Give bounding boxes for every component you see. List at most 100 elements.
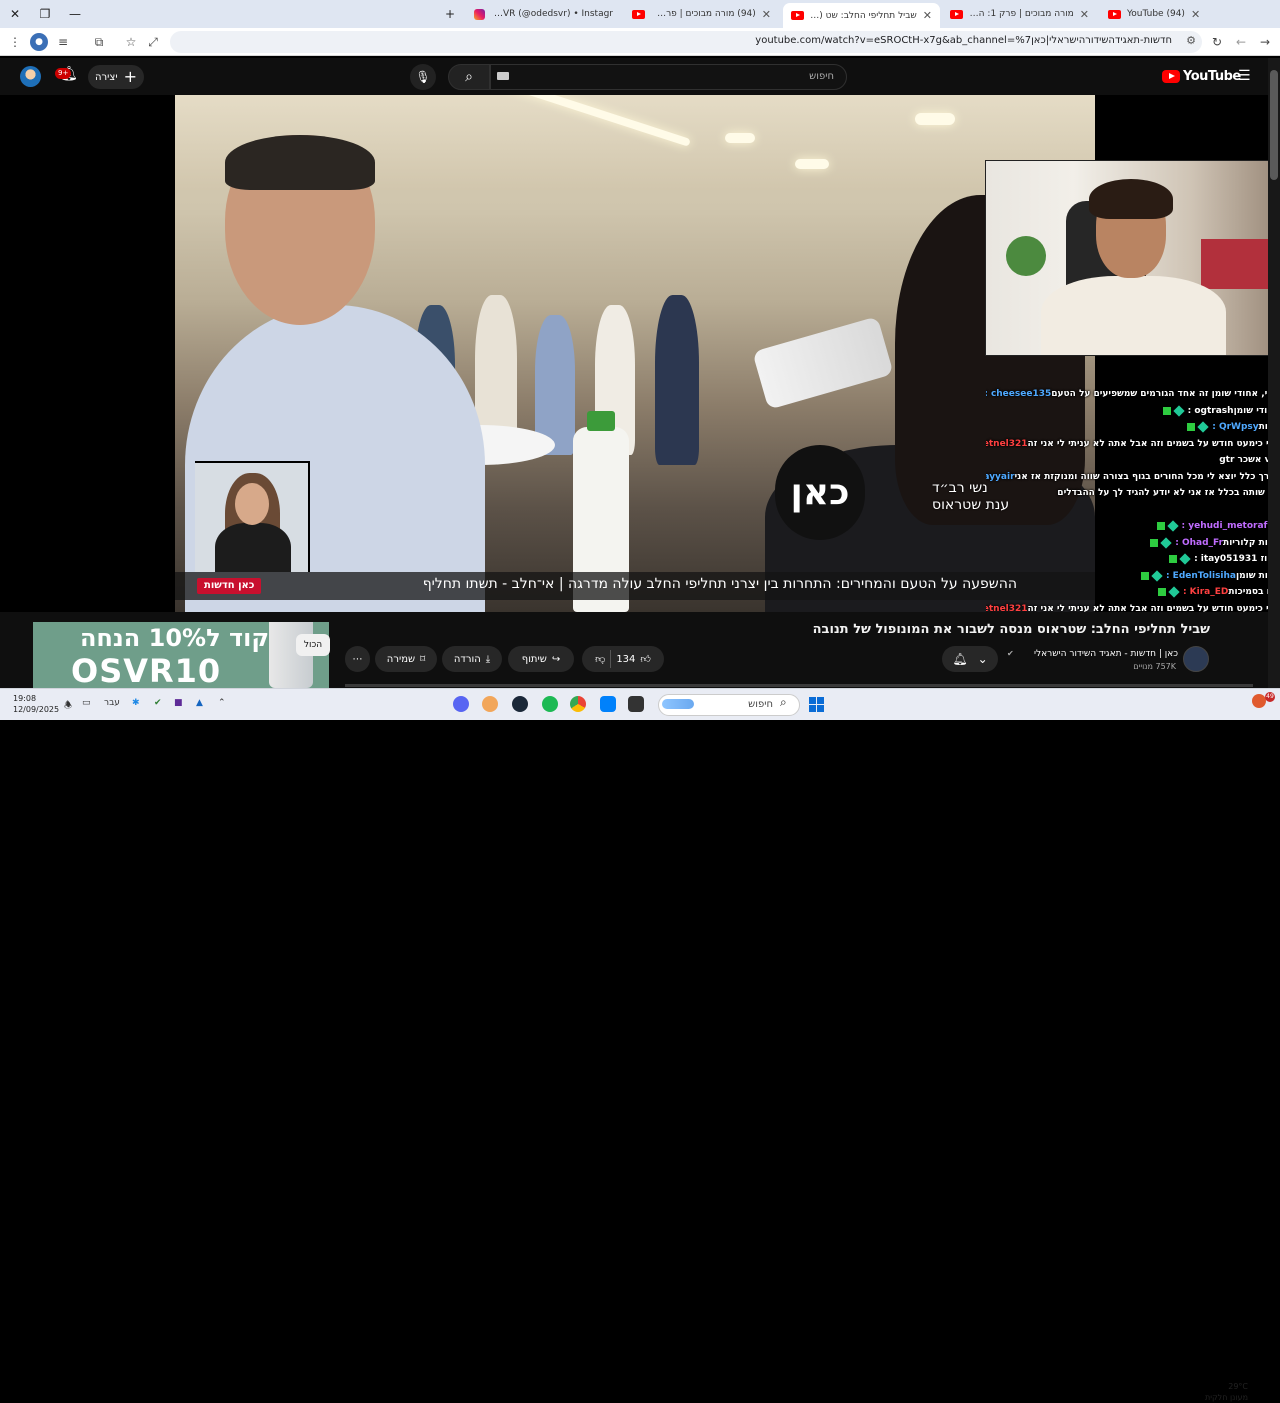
weather-widget[interactable]: 29°C מעונן חלקית bbox=[1196, 1381, 1248, 1403]
news-ticker: כאן חדשות ההשפעה על הטעם והמחירים: התחרו… bbox=[175, 572, 1095, 600]
tray-app-icon[interactable]: ■ bbox=[174, 698, 183, 708]
notification-center-icon[interactable]: 🕭︎ bbox=[64, 698, 72, 714]
youtube-icon bbox=[950, 9, 963, 19]
search-button[interactable]: ⌕ bbox=[448, 64, 490, 90]
browser-toolbar: ⋮ ● ≡ ⧉ ☆ ⤢ youtube.com/watch?v=eSROCtH-… bbox=[0, 28, 1280, 56]
new-tab-button[interactable]: + bbox=[437, 4, 463, 24]
notification-count-badge: 9+ bbox=[55, 68, 72, 79]
like-count: 134 bbox=[616, 653, 636, 665]
download-label: הורדה bbox=[453, 653, 481, 665]
keyboard-icon[interactable] bbox=[497, 72, 509, 80]
chat-message: EdenTolisiha : פחות שומן bbox=[986, 568, 1280, 585]
ceiling-light bbox=[725, 133, 755, 143]
close-window-icon[interactable]: ✕ bbox=[2, 4, 28, 24]
chat-username: ogtrash : bbox=[1187, 405, 1234, 416]
bookmark-icon: ⌑ bbox=[420, 653, 426, 665]
chat-text: פרי כימעט חודש על בשמים וזה אבל אתה לא ע… bbox=[1027, 438, 1280, 449]
more-actions-button[interactable]: ⋯ bbox=[345, 646, 370, 672]
create-button[interactable]: יצירה + bbox=[88, 65, 144, 89]
chat-username: Ohad_Fr : bbox=[1175, 537, 1224, 548]
hamburger-menu-icon[interactable]: ☰ bbox=[1238, 68, 1251, 84]
chat-text: לא שותה בכלל אז אני לא יודע להגיד לך על … bbox=[1057, 488, 1280, 499]
chrome-icon[interactable] bbox=[570, 696, 586, 712]
tab-dungeon-master[interactable]: מורה מבוכים | פרק 1: ההרפתקה ✕ bbox=[942, 3, 1097, 25]
reload-icon[interactable]: ↻ bbox=[1208, 33, 1226, 51]
dislike-button[interactable]: 👎︎ bbox=[595, 653, 605, 665]
meta-icon[interactable] bbox=[600, 696, 616, 712]
start-windows-icon[interactable] bbox=[809, 697, 824, 712]
share-label: שיתוף bbox=[521, 653, 547, 665]
more-menu-icon[interactable]: ⋮ bbox=[6, 33, 24, 51]
tab-dungeon-master-2[interactable]: (94) מורה מבוכים | פרק 1: ההר ✕ bbox=[624, 3, 779, 25]
account-avatar[interactable] bbox=[20, 66, 41, 87]
app-icon[interactable] bbox=[482, 696, 498, 712]
extensions-icon[interactable]: ⧉ bbox=[90, 33, 108, 51]
bluetooth-icon[interactable]: ✱ bbox=[132, 698, 140, 708]
media-control-icon[interactable]: ≡ bbox=[54, 33, 72, 51]
subscribed-bell-button[interactable]: 🔔︎ ⌄ bbox=[942, 646, 998, 672]
chat-text: בדרך כלל יוצא לי מכל החורים בגוף בצורה ש… bbox=[1014, 471, 1280, 482]
chat-username: QrWpsy : bbox=[1212, 422, 1259, 433]
promo-banner: קוד ל10% הנחה OSVR10 bbox=[33, 622, 329, 688]
save-button[interactable]: ⌑ שמירה bbox=[375, 646, 437, 672]
like-dislike-group: 👍︎ 134 👎︎ bbox=[582, 646, 664, 672]
chat-badge-icon bbox=[1166, 520, 1179, 532]
file-explorer-icon[interactable] bbox=[628, 696, 644, 712]
tray-app-icon[interactable]: ▲ bbox=[196, 698, 203, 708]
search-highlight-image bbox=[662, 699, 694, 709]
spotify-icon[interactable] bbox=[542, 696, 558, 712]
chat-message: ogtrash : אחודי שומן bbox=[986, 403, 1280, 420]
tab-milk-alternatives[interactable]: שביל תחליפי החלב: שט (94) ✕ bbox=[783, 3, 940, 28]
tab-close-icon[interactable]: ✕ bbox=[1191, 8, 1200, 21]
chat-message: netnel321 :פרי כימעט חודש על בשמים וזה א… bbox=[986, 436, 1280, 453]
profile-icon[interactable]: ● bbox=[30, 33, 48, 51]
steam-icon[interactable] bbox=[512, 696, 528, 712]
show-hidden-icons-chevron-icon[interactable]: ⌃ bbox=[218, 698, 226, 708]
back-icon[interactable]: → bbox=[1256, 33, 1274, 51]
ceiling-light bbox=[915, 113, 955, 125]
clock-date: 12/09/2025 bbox=[13, 705, 60, 714]
chat-badge-icon bbox=[1172, 405, 1185, 417]
tray-app-icon[interactable]: ✔ bbox=[154, 698, 162, 708]
tab-close-icon[interactable]: ✕ bbox=[923, 9, 932, 22]
voice-search-mic-icon[interactable]: 🎙︎ bbox=[410, 64, 436, 90]
tab-title: שביל תחליפי החלב: שט (94) bbox=[810, 10, 917, 21]
battery-icon[interactable]: ▭ bbox=[82, 698, 91, 708]
forward-icon[interactable]: ← bbox=[1232, 33, 1250, 51]
tab-close-icon[interactable]: ✕ bbox=[762, 8, 771, 21]
channel-avatar[interactable] bbox=[1183, 646, 1209, 672]
chat-username: netnel321 : bbox=[986, 438, 1028, 449]
scrollbar-thumb[interactable] bbox=[1270, 70, 1278, 180]
screenshot-icon[interactable]: ⤢ bbox=[144, 33, 162, 51]
tab-instagram[interactable]: OdedSVR (@odedsvr) • Instagr bbox=[466, 3, 621, 25]
bookmark-star-icon[interactable]: ☆ bbox=[122, 33, 140, 51]
chip-all[interactable]: הכול bbox=[296, 634, 330, 656]
youtube-logo[interactable]: YouTube bbox=[1162, 69, 1241, 84]
language-indicator[interactable]: עבר bbox=[104, 698, 120, 708]
tab-title: (94) מורה מבוכים | פרק 1: ההר bbox=[651, 9, 756, 19]
download-button[interactable]: ⤓ הורדה bbox=[442, 646, 502, 672]
search-input[interactable]: חיפוש bbox=[490, 64, 847, 90]
address-bar[interactable]: youtube.com/watch?v=eSROCtH-x7g&ab_chann… bbox=[170, 31, 1202, 53]
maximize-window-icon[interactable]: ❐ bbox=[32, 4, 58, 24]
video-player[interactable]: כאן bbox=[175, 95, 1095, 612]
tab-youtube-home[interactable]: YouTube (94) ✕ bbox=[1100, 3, 1260, 25]
system-clock[interactable]: 19:08 12/09/2025 bbox=[13, 693, 59, 715]
tab-close-icon[interactable]: ✕ bbox=[1080, 8, 1089, 21]
minimize-window-icon[interactable]: — bbox=[62, 4, 88, 24]
chat-badge-icon bbox=[1197, 421, 1209, 433]
chat-message: לא שותה בכלל אז אני לא יודע להגיד לך על … bbox=[986, 485, 1280, 502]
site-info-icon[interactable]: ⚙ bbox=[1186, 34, 1196, 47]
youtube-play-icon bbox=[1162, 70, 1180, 83]
like-button[interactable]: 👍︎ bbox=[640, 653, 650, 665]
weather-badge: 49 bbox=[1265, 692, 1275, 702]
discord-icon[interactable] bbox=[453, 696, 469, 712]
chat-username: gayyair : bbox=[986, 471, 1015, 482]
streamer-webcam bbox=[985, 160, 1280, 356]
chat-username: itay05193 : bbox=[1194, 554, 1252, 565]
channel-name[interactable]: כאן | חדשות - תאגיד השידור הישראלי bbox=[1010, 649, 1178, 659]
chat-badge-icon bbox=[1156, 522, 1165, 531]
share-button[interactable]: ↪ שיתוף bbox=[508, 646, 574, 672]
chat-badge-icon bbox=[1160, 537, 1172, 549]
page-scrollbar[interactable] bbox=[1268, 58, 1280, 688]
